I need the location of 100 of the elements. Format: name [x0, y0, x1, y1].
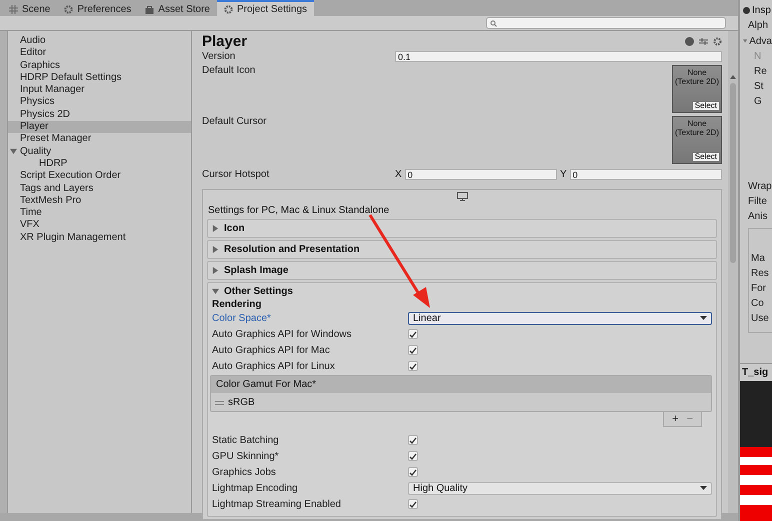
checkbox[interactable]: [408, 499, 418, 509]
texture-type: (Texture 2D): [674, 77, 719, 86]
editor-tab[interactable]: Scene: [2, 0, 58, 16]
sidebar-item[interactable]: Audio: [8, 35, 191, 48]
sidebar-item[interactable]: Script Execution Order: [8, 170, 191, 183]
inspector-tab[interactable]: Insp: [740, 2, 772, 18]
checkbox[interactable]: [408, 361, 418, 371]
inspector-label: N: [753, 50, 762, 64]
setting-label: Auto Graphics API for Linux: [212, 360, 336, 372]
number-field[interactable]: 0: [570, 168, 722, 180]
check-icon: [409, 330, 417, 338]
checkbox[interactable]: [408, 435, 418, 445]
grid-icon: [9, 4, 18, 14]
checkbox[interactable]: [408, 345, 418, 355]
axis-label: X: [395, 168, 402, 180]
scrollbar[interactable]: [728, 31, 738, 513]
field-label: Version: [202, 50, 236, 62]
texture-slot[interactable]: None (Texture 2D) Select: [672, 65, 722, 113]
check-icon: [409, 468, 417, 476]
inspector-label: St: [753, 80, 764, 94]
sidebar-item[interactable]: Time: [8, 207, 191, 220]
collapsed-triangle-icon: [212, 225, 219, 232]
inspector-label: Use: [750, 312, 770, 326]
list-header: Color Gamut For Mac*: [211, 376, 711, 393]
sliders-icon[interactable]: [699, 36, 708, 46]
caret-icon: [700, 486, 707, 490]
scroll-up-icon[interactable]: [730, 75, 736, 79]
setting-label: GPU Skinning*: [212, 450, 280, 462]
field-label: Default Icon: [202, 65, 256, 76]
sidebar-item[interactable]: Player: [8, 121, 191, 134]
sidebar-item[interactable]: Graphics: [8, 60, 191, 72]
foldout-header[interactable]: Icon: [212, 223, 712, 234]
foldout-header[interactable]: Splash Image: [212, 265, 712, 276]
expanded-triangle-icon[interactable]: [10, 148, 17, 155]
dropdown[interactable]: Linear: [408, 312, 712, 324]
foldout-header[interactable]: Adva: [740, 33, 772, 49]
sidebar-item[interactable]: VFX: [8, 219, 191, 232]
dropdown[interactable]: High Quality: [408, 482, 712, 494]
sidebar-item[interactable]: XR Plugin Management: [8, 232, 191, 244]
select-button[interactable]: Select: [692, 101, 720, 111]
field-label: Cursor Hotspot: [202, 168, 270, 180]
gear-icon: [224, 4, 233, 14]
setting-label: Color Space*: [212, 312, 272, 324]
settings-icon[interactable]: [713, 36, 722, 46]
sidebar-item[interactable]: HDRP Default Settings: [8, 72, 191, 84]
help-icon[interactable]: [685, 36, 694, 46]
inspector-label: Res: [750, 267, 770, 281]
search-field[interactable]: [486, 17, 726, 29]
select-button[interactable]: Select: [692, 152, 720, 162]
checkbox[interactable]: [408, 329, 418, 339]
number-field[interactable]: 0: [404, 168, 557, 180]
inspector-label: Anis: [747, 210, 768, 224]
check-icon: [409, 436, 417, 444]
foldout-header[interactable]: Other Settings: [212, 286, 712, 297]
texture-value: None: [687, 119, 707, 128]
inspector-label: Co: [750, 297, 765, 311]
inspector-label: Filte: [747, 195, 768, 209]
sidebar-item[interactable]: Input Manager: [8, 84, 191, 96]
foldout-header[interactable]: Resolution and Presentation: [212, 244, 712, 255]
setting-label: Graphics Jobs: [212, 466, 277, 478]
add-button[interactable]: +: [670, 413, 681, 425]
text-field[interactable]: 0.1: [395, 50, 722, 62]
editor-tab[interactable]: Asset Store: [138, 0, 217, 16]
scrollbar-thumb[interactable]: [730, 83, 736, 263]
checkbox[interactable]: [408, 451, 418, 461]
inspector-label: For: [750, 282, 767, 296]
setting-label: Lightmap Encoding: [212, 482, 299, 494]
sidebar-item[interactable]: Preset Manager: [8, 133, 191, 146]
setting-label: Static Batching: [212, 434, 280, 446]
expanded-triangle-icon: [212, 288, 219, 295]
texture-value: None: [687, 68, 707, 77]
setting-label: Auto Graphics API for Mac: [212, 344, 331, 356]
sidebar-item[interactable]: TextMesh Pro: [8, 194, 191, 208]
group-heading: Rendering: [212, 299, 262, 310]
info-icon: [743, 6, 750, 14]
monitor-icon: [456, 192, 468, 201]
checkbox[interactable]: [408, 467, 418, 477]
texture-slot[interactable]: None (Texture 2D) Select: [672, 116, 722, 164]
sidebar-item[interactable]: Quality: [8, 146, 191, 158]
sidebar-item[interactable]: HDRP: [8, 158, 191, 170]
sidebar-item[interactable]: Physics 2D: [8, 108, 191, 122]
sidebar-item[interactable]: Editor: [8, 47, 191, 60]
editor-tab[interactable]: Project Settings: [216, 0, 314, 16]
list-item[interactable]: sRGB: [211, 393, 711, 411]
editor-tab[interactable]: Preferences: [57, 0, 138, 16]
sidebar-item[interactable]: Physics: [8, 96, 191, 109]
check-icon: [409, 362, 417, 370]
texture-type: (Texture 2D): [674, 128, 719, 137]
inspector-label: Ma: [750, 252, 766, 266]
sidebar-item[interactable]: Tags and Layers: [8, 182, 191, 195]
collapsed-triangle-icon: [212, 267, 219, 274]
caret-icon: [700, 316, 707, 320]
platform-title: Settings for PC, Mac & Linux Standalone: [208, 205, 390, 216]
expanded-triangle-icon: [743, 38, 748, 44]
check-icon: [409, 346, 417, 354]
axis-label: Y: [560, 168, 567, 180]
check-icon: [409, 452, 417, 460]
inspector-label: Re: [753, 65, 768, 79]
field-label: Default Cursor: [202, 116, 268, 127]
drag-handle-icon: [215, 400, 224, 404]
